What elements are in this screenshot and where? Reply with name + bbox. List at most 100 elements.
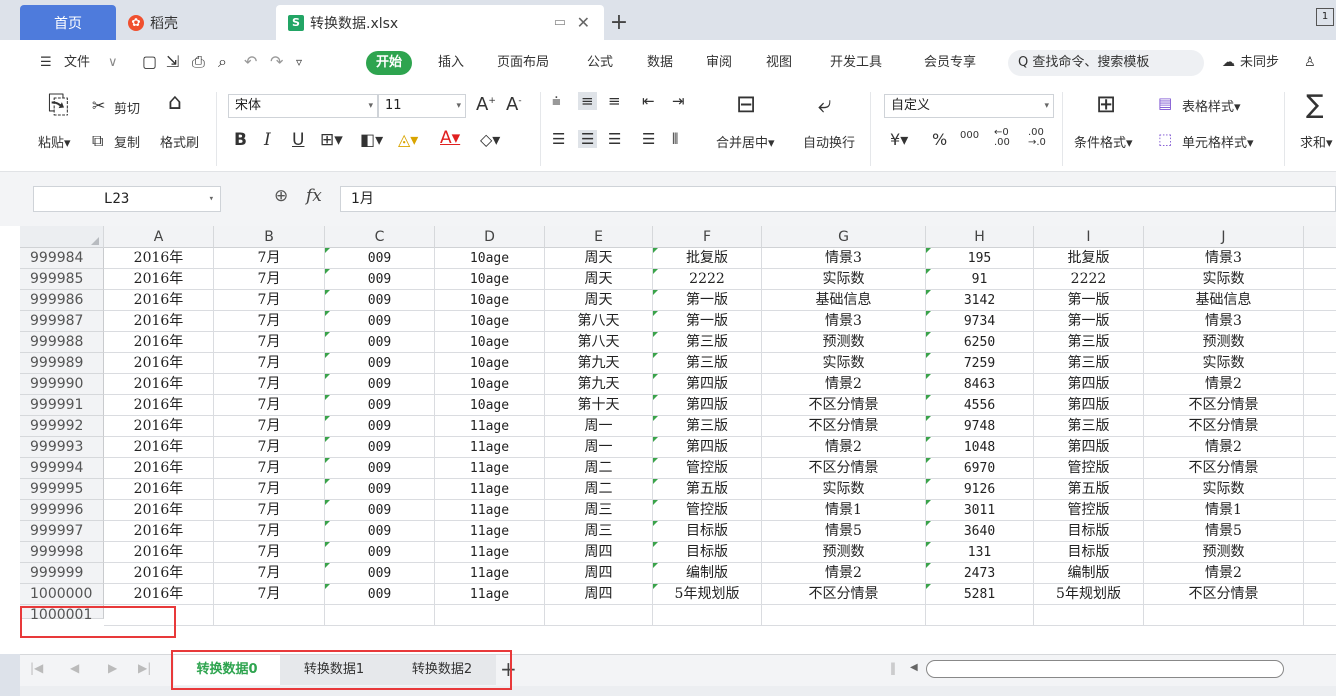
grid-cell[interactable]: 2222 <box>653 269 762 290</box>
grid-cell[interactable]: 2016年 <box>104 458 214 479</box>
merge-center-button[interactable]: 合并居中▾ <box>716 132 775 151</box>
grid-cell[interactable]: 实际数 <box>762 269 926 290</box>
grid-cell[interactable]: 2016年 <box>104 521 214 542</box>
formula-input[interactable]: 1月 <box>340 186 1336 212</box>
grid-cell[interactable]: 10age <box>435 311 545 332</box>
grid-cell[interactable]: 目标版 <box>653 521 762 542</box>
grid-cell[interactable]: 6250 <box>926 332 1034 353</box>
grid-cell[interactable]: 不区分情景 <box>1144 458 1304 479</box>
tab-docer[interactable]: ✿ 稻壳 <box>116 5 286 40</box>
grid-cell[interactable]: 11age <box>435 563 545 584</box>
grid-cell[interactable] <box>545 605 653 626</box>
print-preview-icon[interactable]: ⌕ <box>218 52 227 72</box>
window-mode-icon[interactable]: ▭ <box>554 15 566 30</box>
grid-cell-overflow[interactable] <box>1304 458 1336 479</box>
grid-cell[interactable]: 10age <box>435 353 545 374</box>
grid-cell[interactable]: 基础信息 <box>762 290 926 311</box>
grid-cell[interactable]: 2016年 <box>104 332 214 353</box>
column-header-overflow[interactable] <box>1304 226 1336 248</box>
grid-cell[interactable]: 周天 <box>545 248 653 269</box>
grid-cell[interactable]: 目标版 <box>1034 521 1144 542</box>
grid-cell[interactable] <box>435 605 545 626</box>
prev-sheet-icon[interactable]: ◀ <box>70 661 79 675</box>
copy-button[interactable]: 复制 <box>114 132 140 151</box>
first-sheet-icon[interactable]: |◀ <box>30 661 43 675</box>
grid-cell[interactable]: 不区分情景 <box>1144 584 1304 605</box>
hamburger-icon[interactable]: ☰ <box>40 40 52 86</box>
grid-cell[interactable]: 第四版 <box>1034 437 1144 458</box>
grid-cell[interactable]: 基础信息 <box>1144 290 1304 311</box>
column-header-a[interactable]: A <box>104 226 214 248</box>
grid-cell[interactable]: 11age <box>435 437 545 458</box>
grid-cell[interactable]: 2016年 <box>104 248 214 269</box>
grid-cell[interactable]: 预测数 <box>762 542 926 563</box>
grid-cell[interactable]: 情景3 <box>762 248 926 269</box>
grid-cell[interactable]: 1048 <box>926 437 1034 458</box>
grid-cell[interactable]: 第三版 <box>653 416 762 437</box>
column-header-b[interactable]: B <box>214 226 325 248</box>
grid-cell[interactable]: 7月 <box>214 374 325 395</box>
conditional-format-button[interactable]: 条件格式▾ <box>1074 132 1133 151</box>
grid-cell-overflow[interactable] <box>1304 248 1336 269</box>
menu-home-tab[interactable]: 开始 <box>366 51 413 75</box>
sheet-tab-2[interactable]: 转换数据2 <box>388 655 496 685</box>
grid-cell[interactable]: 2016年 <box>104 374 214 395</box>
row-header[interactable]: 999995 <box>20 479 104 500</box>
tab-home[interactable]: 首页 <box>20 5 116 40</box>
grid-cell[interactable]: 009 <box>325 374 435 395</box>
grid-cell[interactable]: 11age <box>435 479 545 500</box>
export-icon[interactable]: ⇲ <box>166 52 179 71</box>
grid-cell[interactable]: 8463 <box>926 374 1034 395</box>
grid-cell[interactable]: 第一版 <box>653 311 762 332</box>
cell-style-icon[interactable]: ⬚ <box>1158 130 1172 148</box>
cloud-sync-icon[interactable]: ☁ <box>1222 40 1235 86</box>
grid-cell[interactable]: 7月 <box>214 500 325 521</box>
grid-cell[interactable]: 第十天 <box>545 395 653 416</box>
row-header[interactable]: 999998 <box>20 542 104 563</box>
grid-cell[interactable]: 9734 <box>926 311 1034 332</box>
grid-cell[interactable]: 7月 <box>214 584 325 605</box>
grid-cell[interactable]: 周四 <box>545 584 653 605</box>
bold-button[interactable]: B <box>234 130 247 150</box>
grid-cell[interactable]: 第五版 <box>1034 479 1144 500</box>
italic-button[interactable]: I <box>264 130 271 150</box>
grid-cell[interactable]: 目标版 <box>653 542 762 563</box>
grid-cell[interactable]: 批复版 <box>653 248 762 269</box>
grid-cell[interactable]: 2473 <box>926 563 1034 584</box>
grid-cell[interactable]: 实际数 <box>1144 269 1304 290</box>
grid-cell[interactable]: 实际数 <box>1144 353 1304 374</box>
row-header[interactable]: 999984 <box>20 248 104 269</box>
grid-cell[interactable]: 第三版 <box>1034 416 1144 437</box>
column-header-g[interactable]: G <box>762 226 926 248</box>
align-right-icon[interactable]: ☰ <box>608 130 621 148</box>
grid-cell[interactable]: 第三版 <box>653 332 762 353</box>
grid-cell[interactable]: 009 <box>325 311 435 332</box>
grid-cell[interactable]: 不区分情景 <box>1144 416 1304 437</box>
save-icon[interactable]: ▢ <box>142 52 157 71</box>
grid-cell[interactable]: 情景5 <box>1144 521 1304 542</box>
grid-cell-overflow[interactable] <box>1304 500 1336 521</box>
grid-cell[interactable]: 009 <box>325 416 435 437</box>
grid-cell[interactable]: 周二 <box>545 458 653 479</box>
grid-cell[interactable]: 周三 <box>545 500 653 521</box>
grid-cell[interactable]: 10age <box>435 332 545 353</box>
grid-cell[interactable]: 批复版 <box>1034 248 1144 269</box>
align-middle-icon[interactable]: ≡ <box>578 92 597 110</box>
table-style-button[interactable]: 表格样式▾ <box>1182 96 1241 115</box>
grid-cell[interactable]: 009 <box>325 437 435 458</box>
grid-cell[interactable]: 7月 <box>214 437 325 458</box>
row-header[interactable]: 1000000 <box>20 584 104 605</box>
grid-cell[interactable]: 7月 <box>214 269 325 290</box>
grid-cell[interactable]: 不区分情景 <box>762 395 926 416</box>
grid-cell[interactable]: 5年规划版 <box>653 584 762 605</box>
grid-cell[interactable]: 2016年 <box>104 542 214 563</box>
underline-button[interactable]: U <box>292 130 304 150</box>
table-style-icon[interactable]: ▤ <box>1158 94 1172 112</box>
indent-icon[interactable]: ⇥ <box>672 92 685 110</box>
menu-view[interactable]: 视图 <box>766 40 792 86</box>
grid-cell[interactable]: 情景2 <box>762 374 926 395</box>
grid-cell[interactable]: 7月 <box>214 395 325 416</box>
grid-cell-overflow[interactable] <box>1304 605 1336 626</box>
row-header[interactable]: 999993 <box>20 437 104 458</box>
grid-cell[interactable]: 管控版 <box>653 500 762 521</box>
